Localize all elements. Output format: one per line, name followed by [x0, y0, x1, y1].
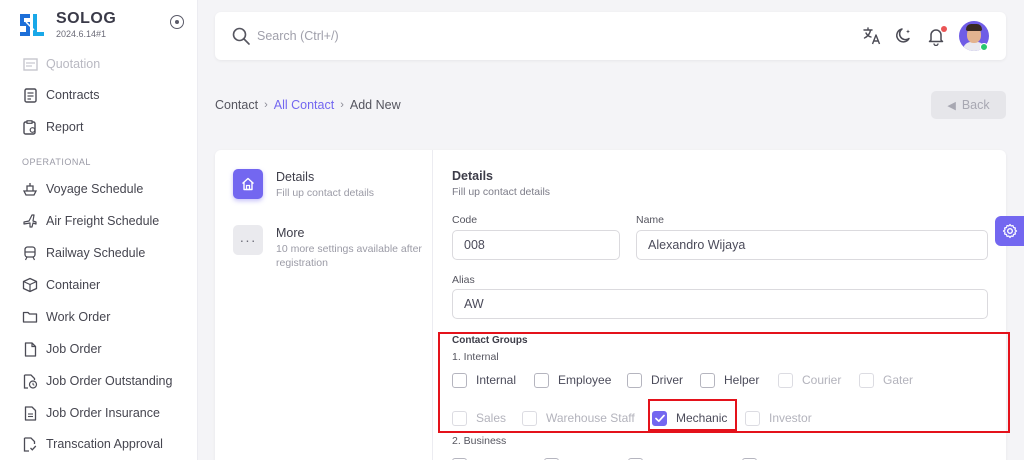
sidebar-item-railway-schedule[interactable]: Railway Schedule [22, 242, 192, 264]
form-title: Details [452, 169, 493, 183]
breadcrumb-all-contact-link[interactable]: All Contact [274, 98, 334, 112]
business-group-label: 2. Business [452, 435, 507, 447]
home-icon [233, 169, 263, 199]
online-status-dot [980, 43, 988, 51]
sidebar-item-job-order[interactable]: Job Order [22, 338, 192, 360]
sidebar-item-label: Voyage Schedule [46, 182, 144, 196]
alias-label: Alias [452, 274, 475, 286]
file-check-icon [22, 436, 38, 452]
code-input[interactable]: 008 [452, 230, 620, 260]
sidebar-item-report[interactable]: Report [22, 116, 192, 138]
form-stepper: Details Fill up contact details ··· More… [215, 150, 433, 460]
sidebar-item-label: Job Order [46, 342, 102, 356]
sidebar-item-label: Air Freight Schedule [46, 214, 160, 228]
name-input[interactable]: Alexandro Wijaya [636, 230, 988, 260]
back-button-label: Back [961, 98, 990, 112]
name-value: Alexandro Wijaya [648, 238, 746, 252]
folder-icon [22, 309, 38, 325]
alias-input[interactable]: AW [452, 289, 988, 319]
file-text-icon [22, 405, 38, 421]
sidebar-item-label: Work Order [46, 310, 111, 324]
sidebar-item-label: Railway Schedule [46, 246, 146, 260]
step-subtitle: 10 more settings available after registr… [276, 243, 422, 269]
chevron-right-icon: › [340, 99, 344, 111]
back-button[interactable]: ◀ Back [931, 91, 1006, 119]
breadcrumb-root[interactable]: Contact [215, 98, 258, 112]
gear-icon [1002, 223, 1017, 239]
dark-mode-icon[interactable] [894, 26, 914, 46]
notification-dot [941, 26, 947, 32]
code-value: 008 [464, 238, 485, 252]
sidebar-item-label: Job Order Outstanding [46, 374, 173, 388]
arrow-left-icon: ◀ [947, 99, 956, 112]
search-icon[interactable] [231, 26, 251, 46]
sidebar: SOLOG 2024.6.14#1 Quotation Contracts Re… [0, 0, 198, 460]
sidebar-item-job-order-insurance[interactable]: Job Order Insurance [22, 402, 192, 424]
sidebar-item-quotation[interactable]: Quotation [22, 53, 192, 75]
settings-button[interactable] [995, 216, 1024, 246]
name-label: Name [636, 214, 665, 226]
business-checkbox-row [452, 456, 982, 460]
search-input[interactable] [257, 26, 557, 46]
brand-version: 2024.6.14#1 [56, 29, 107, 39]
code-label: Code [452, 214, 478, 226]
translate-icon[interactable] [862, 26, 882, 46]
sidebar-item-label: Transcation Approval [46, 437, 163, 451]
sidebar-item-label: Quotation [46, 57, 101, 71]
chevron-right-icon: › [264, 99, 268, 111]
sidebar-item-label: Container [46, 278, 101, 292]
file-icon [22, 341, 38, 357]
step-title: Details [276, 170, 315, 184]
step-title: More [276, 226, 305, 240]
sidebar-item-air-freight-schedule[interactable]: Air Freight Schedule [22, 210, 192, 232]
ship-icon [22, 181, 38, 197]
box-icon [22, 277, 38, 293]
document-icon [22, 87, 38, 103]
sidebar-item-label: Contracts [46, 88, 100, 102]
form-subtitle: Fill up contact details [452, 186, 551, 198]
top-bar [215, 12, 1006, 60]
sl-logo-icon [20, 14, 44, 36]
file-clock-icon [22, 373, 38, 389]
section-label-operational: OPERATIONAL [22, 157, 91, 167]
plane-icon [22, 213, 38, 229]
mechanic-highlight [648, 399, 737, 431]
report-icon [22, 119, 38, 135]
sidebar-item-work-order[interactable]: Work Order [22, 306, 192, 328]
quotation-icon [22, 56, 38, 72]
sidebar-item-label: Report [46, 120, 84, 134]
alias-value: AW [464, 297, 484, 311]
sidebar-item-contracts[interactable]: Contracts [22, 84, 192, 106]
step-subtitle: Fill up contact details [276, 187, 375, 199]
breadcrumb: Contact › All Contact › Add New [215, 98, 401, 112]
brand[interactable]: SOLOG 2024.6.14#1 [18, 8, 188, 42]
brand-name: SOLOG [56, 10, 117, 27]
sidebar-item-label: Job Order Insurance [46, 406, 160, 420]
sidebar-collapse-icon[interactable] [170, 15, 184, 29]
sidebar-item-job-order-outstanding[interactable]: Job Order Outstanding [22, 370, 192, 392]
sidebar-item-container[interactable]: Container [22, 274, 192, 296]
breadcrumb-current: Add New [349, 98, 401, 112]
sidebar-item-transaction-approval[interactable]: Transcation Approval [22, 433, 192, 455]
train-icon [22, 245, 38, 261]
more-icon: ··· [233, 225, 263, 255]
sidebar-item-voyage-schedule[interactable]: Voyage Schedule [22, 178, 192, 200]
